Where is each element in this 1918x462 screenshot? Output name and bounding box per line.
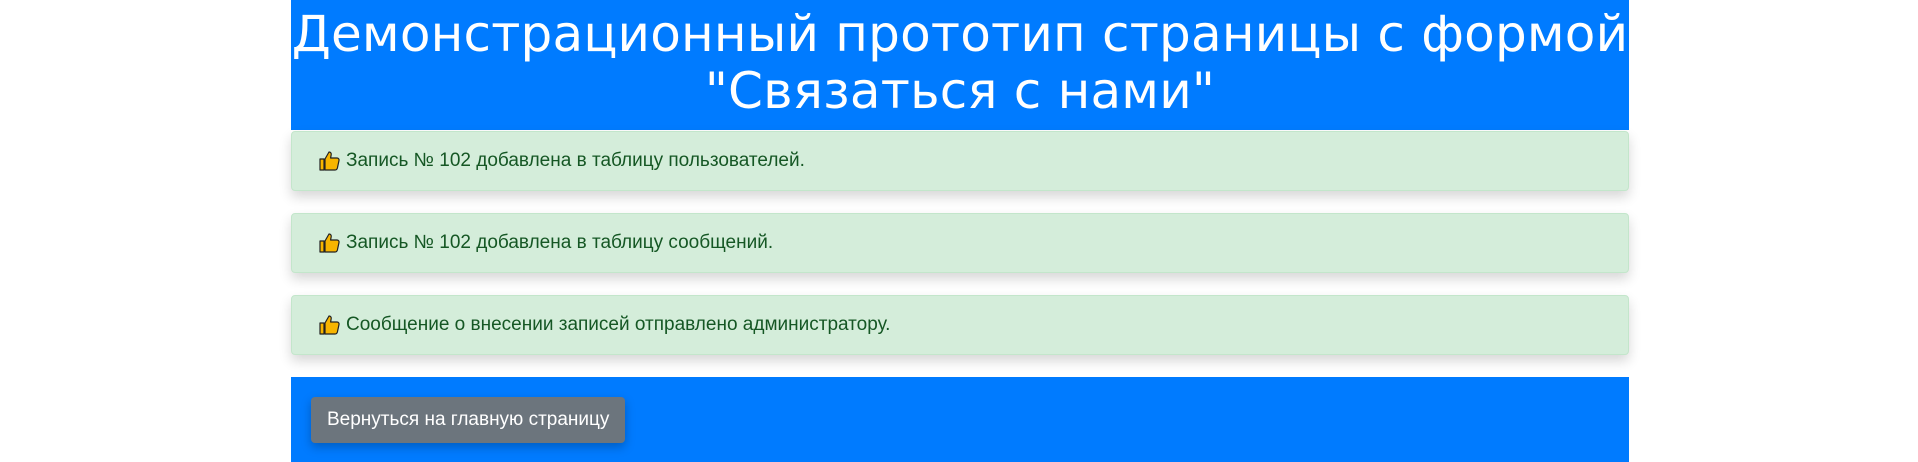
thumbs-up-icon: [319, 151, 340, 171]
alert-text: Запись № 102 добавлена в таблицу сообщен…: [346, 232, 774, 253]
alert-text: Запись № 102 добавлена в таблицу пользов…: [346, 150, 805, 171]
success-alert-users: Запись № 102 добавлена в таблицу пользов…: [291, 131, 1629, 191]
thumbs-up-icon: [319, 233, 340, 253]
success-alert-admin-notified: Сообщение о внесении записей отправлено …: [291, 295, 1629, 355]
thumbs-up-icon: [319, 315, 340, 335]
page-footer: Вернуться на главную страницу: [291, 377, 1629, 462]
back-to-home-button[interactable]: Вернуться на главную страницу: [311, 397, 626, 443]
page-title-line1: Демонстрационный прототип страницы с фор…: [291, 5, 1629, 63]
success-alert-messages: Запись № 102 добавлена в таблицу сообщен…: [291, 213, 1629, 273]
page-container: Демонстрационный прототип страницы с фор…: [291, 0, 1629, 462]
page-title: Демонстрационный прототип страницы с фор…: [291, 0, 1629, 120]
page-title-line2: "Связаться с нами": [704, 62, 1216, 120]
alert-text: Сообщение о внесении записей отправлено …: [346, 314, 891, 335]
page-header: Демонстрационный прототип страницы с фор…: [291, 0, 1629, 130]
